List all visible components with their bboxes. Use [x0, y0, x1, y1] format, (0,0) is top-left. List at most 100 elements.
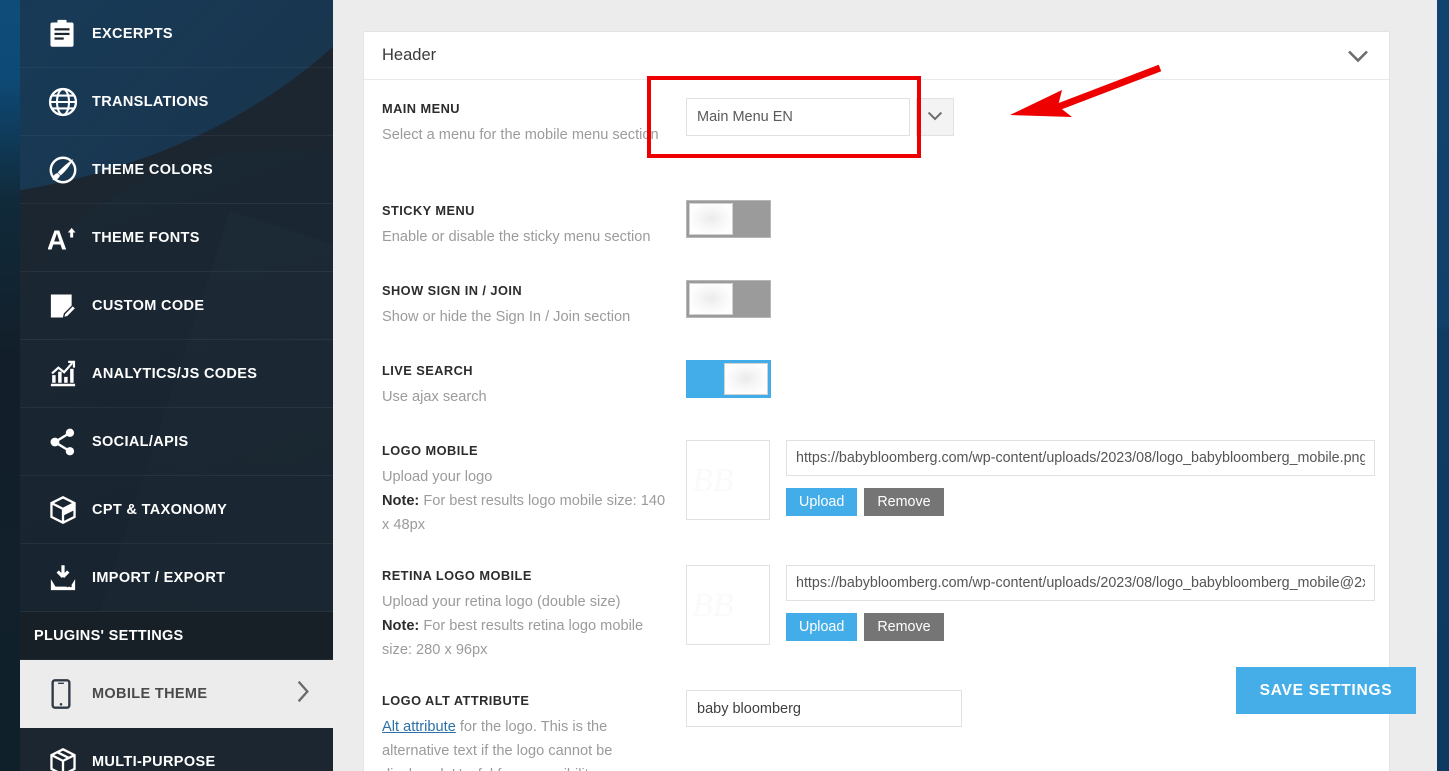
sidebar-item-multi-purpose[interactable]: MULTI-PURPOSE: [20, 728, 333, 771]
chevron-down-icon[interactable]: [1347, 49, 1369, 63]
download-box-icon: [48, 563, 92, 593]
main-menu-select-wrapper: Main Menu EN: [686, 98, 1389, 136]
svg-text:BB: BB: [692, 462, 734, 499]
logo-mobile-media-row: BB Upload Remove: [686, 440, 1389, 520]
sidebar-item-import-export[interactable]: IMPORT / EXPORT: [20, 544, 333, 612]
toggle-knob: [689, 283, 733, 315]
share-icon: [48, 427, 92, 457]
field-control: [686, 342, 1389, 398]
field-control: [686, 182, 1389, 238]
logo-mobile-thumbnail: BB: [686, 440, 770, 520]
chevron-down-icon: [927, 108, 943, 126]
retina-logo-mobile-media-row: BB Upload Remove: [686, 565, 1389, 645]
sidebar-item-analytics-js-codes[interactable]: ANALYTICS/JS CODES: [20, 340, 333, 408]
sidebar-item-label: ANALYTICS/JS CODES: [92, 365, 258, 382]
field-description: Upload your retina logo (double size) No…: [382, 591, 674, 662]
paintbrush-icon: [48, 155, 92, 185]
sidebar-item-label: TRANSLATIONS: [92, 93, 209, 110]
toggle-knob: [724, 363, 768, 395]
sidebar-item-theme-colors[interactable]: THEME COLORS: [20, 136, 333, 204]
retina-logo-mobile-fields: Upload Remove: [786, 565, 1389, 641]
show-sign-in-join-toggle[interactable]: [686, 280, 771, 318]
toggle-knob: [689, 203, 733, 235]
field-label-group: LIVE SEARCH Use ajax search: [382, 342, 686, 410]
note-prefix: Note:: [382, 618, 420, 635]
note-text: For best results logo mobile size: 140 x…: [382, 493, 666, 533]
sidebar-item-excerpts[interactable]: EXCERPTS: [20, 0, 333, 68]
field-label-group: STICKY MENU Enable or disable the sticky…: [382, 182, 686, 250]
field-row-show-sign-in-join: SHOW SIGN IN / JOIN Show or hide the Sig…: [364, 262, 1389, 342]
sidebar-item-theme-fonts[interactable]: A THEME FONTS: [20, 204, 333, 272]
field-control: BB Upload Remove: [686, 547, 1389, 645]
live-search-toggle[interactable]: [686, 360, 771, 398]
alt-attribute-link[interactable]: Alt attribute: [382, 719, 456, 735]
box-icon: [48, 747, 92, 771]
right-edge-decoration: [1437, 0, 1449, 771]
retina-logo-mobile-buttons: Upload Remove: [786, 613, 1389, 641]
sidebar-section-plugins-settings: PLUGINS' SETTINGS: [20, 612, 333, 660]
field-label-group: SHOW SIGN IN / JOIN Show or hide the Sig…: [382, 262, 686, 330]
logo-alt-attribute-input[interactable]: [686, 690, 962, 727]
sidebar-navigation: EXCERPTS TRANSLATIONS THEME COLORS A THE…: [20, 0, 333, 771]
svg-text:BB: BB: [692, 587, 734, 624]
field-description: Select a menu for the mobile menu sectio…: [382, 127, 659, 144]
field-control: Main Menu EN: [686, 80, 1389, 136]
sidebar-item-label: MOBILE THEME: [92, 685, 208, 702]
header-settings-panel: Header MAIN MENU Select a menu for the m…: [363, 31, 1390, 771]
svg-text:A: A: [48, 224, 67, 252]
pencil-note-icon: [48, 291, 92, 321]
field-label: RETINA LOGO MOBILE: [382, 568, 532, 583]
field-label: LOGO MOBILE: [382, 443, 478, 458]
logo-mobile-upload-button[interactable]: Upload: [786, 488, 858, 516]
field-label: LIVE SEARCH: [382, 363, 473, 378]
retina-logo-mobile-upload-button[interactable]: Upload: [786, 613, 858, 641]
field-row-logo-mobile: LOGO MOBILE Upload your logo Note: For b…: [364, 422, 1389, 547]
left-edge-decoration: [0, 0, 20, 771]
main-content-area: Header MAIN MENU Select a menu for the m…: [333, 0, 1437, 771]
sidebar-item-label: CUSTOM CODE: [92, 297, 205, 314]
field-row-live-search: LIVE SEARCH Use ajax search: [364, 342, 1389, 422]
sidebar-item-mobile-theme[interactable]: MOBILE THEME: [20, 660, 333, 728]
panel-title: Header: [382, 46, 437, 64]
field-row-retina-logo-mobile: RETINA LOGO MOBILE Upload your retina lo…: [364, 547, 1389, 672]
sidebar-item-label: EXCERPTS: [92, 25, 173, 42]
sidebar-item-social-apis[interactable]: SOCIAL/APIS: [20, 408, 333, 476]
sidebar-item-cpt-taxonomy[interactable]: CPT & TAXONOMY: [20, 476, 333, 544]
main-menu-dropdown-button[interactable]: [916, 98, 954, 136]
save-settings-button[interactable]: SAVE SETTINGS: [1236, 667, 1416, 714]
field-description: Upload your logo Note: For best results …: [382, 466, 674, 537]
sidebar-item-label: THEME FONTS: [92, 229, 200, 246]
app-root: EXCERPTS TRANSLATIONS THEME COLORS A THE…: [0, 0, 1449, 771]
retina-logo-mobile-thumbnail: BB: [686, 565, 770, 645]
field-label: STICKY MENU: [382, 203, 475, 218]
panel-header-toggle[interactable]: Header: [364, 32, 1389, 80]
field-label-group: RETINA LOGO MOBILE Upload your retina lo…: [382, 547, 686, 663]
sticky-menu-toggle[interactable]: [686, 200, 771, 238]
field-control: [686, 262, 1389, 318]
logo-mobile-url-input[interactable]: [786, 440, 1375, 476]
field-label: LOGO ALT ATTRIBUTE: [382, 693, 530, 708]
note-text: For best results retina logo mobile size…: [382, 618, 644, 658]
logo-mobile-fields: Upload Remove: [786, 440, 1389, 516]
globe-icon: [48, 87, 92, 117]
mobile-phone-icon: [48, 678, 92, 709]
chevron-right-icon: [295, 679, 311, 708]
note-prefix: Note:: [382, 493, 420, 510]
field-description: Show or hide the Sign In / Join section: [382, 309, 631, 326]
main-menu-select[interactable]: Main Menu EN: [686, 98, 910, 136]
sidebar-item-custom-code[interactable]: CUSTOM CODE: [20, 272, 333, 340]
retina-logo-mobile-remove-button[interactable]: Remove: [864, 613, 944, 641]
logo-mobile-remove-button[interactable]: Remove: [864, 488, 944, 516]
field-control: BB Upload Remove: [686, 422, 1389, 520]
bar-chart-icon: [48, 359, 92, 389]
field-description: Alt attribute for the logo. This is the …: [382, 716, 674, 771]
field-row-sticky-menu: STICKY MENU Enable or disable the sticky…: [364, 182, 1389, 262]
field-row-main-menu: MAIN MENU Select a menu for the mobile m…: [364, 80, 1389, 182]
sidebar-item-label: CPT & TAXONOMY: [92, 501, 228, 518]
sidebar-item-label: IMPORT / EXPORT: [92, 569, 226, 586]
cube-icon: [48, 495, 92, 525]
retina-logo-mobile-url-input[interactable]: [786, 565, 1375, 601]
sidebar-item-label: SOCIAL/APIS: [92, 433, 189, 450]
field-label-group: LOGO ALT ATTRIBUTE Alt attribute for the…: [382, 672, 686, 771]
sidebar-item-translations[interactable]: TRANSLATIONS: [20, 68, 333, 136]
